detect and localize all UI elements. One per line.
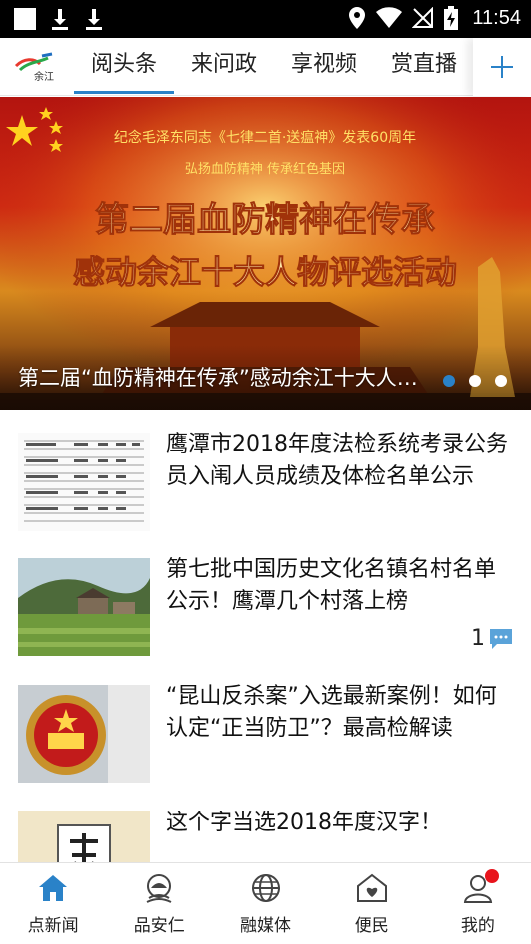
svg-text:第二届血防精神在传承: 第二届血防精神在传承 [95,200,435,240]
news-title: 第七批中国历史文化名镇名村名单公示！鹰潭几个村落上榜 [166,557,497,614]
svg-text:余江: 余江 [34,70,54,82]
app-logo[interactable]: 余江 [14,52,58,83]
news-title: 鹰潭市2018年度法检系统考录公务员入闱人员成绩及体检名单公示 [166,432,508,489]
wifi-icon [376,7,403,29]
location-icon [349,7,366,29]
globe-icon [251,874,280,902]
nav-label: 点新闻 [27,916,79,936]
notification-badge [484,869,499,883]
tab-videos[interactable]: 享视频 [274,38,374,96]
comment-count[interactable]: 1 [471,626,513,651]
plus-icon [491,56,513,78]
home-icon [39,875,68,901]
carousel-dot[interactable] [443,375,455,387]
download-icon [52,9,68,30]
comment-count-value: 1 [471,626,485,651]
carousel-indicator [443,375,507,387]
nav-media[interactable]: 融媒体 [212,863,318,944]
news-title: 这个字当选2018年度汉字！ [166,811,442,835]
nav-label: 融媒体 [240,916,291,936]
nav-anren[interactable]: 品安仁 [106,863,212,944]
svg-text:感动余江十大人物评选活动: 感动余江十大人物评选活动 [73,253,457,291]
nav-news[interactable]: 点新闻 [0,863,106,944]
landmark-icon [146,874,172,903]
comment-icon [490,628,512,649]
nav-label: 便民 [354,916,389,936]
channel-tabs: 阅头条 来问政 享视频 赏直播 [74,38,474,96]
add-channel-button[interactable] [473,38,531,96]
news-item[interactable]: 这个字当选2018年度汉字！ [0,811,531,863]
service-house-icon [356,873,387,902]
clock: 11:54 [472,6,521,29]
news-item[interactable]: 第七批中国历史文化名镇名村名单公示！鹰潭几个村落上榜 1 [0,557,531,684]
no-sim-icon [412,7,434,28]
notification-square-icon [14,8,36,30]
battery-charging-icon [444,6,459,30]
news-thumbnail [18,811,150,863]
carousel-dot[interactable] [469,375,481,387]
tab-live[interactable]: 赏直播 [374,38,474,96]
nav-services[interactable]: 便民 [319,863,425,944]
svg-text:弘扬血防精神 传承红色基因: 弘扬血防精神 传承红色基因 [185,161,345,177]
bottom-navigation: 点新闻 品安仁 融媒体 便民 我的 [0,862,531,944]
top-tab-bar: 余江 阅头条 来问政 享视频 赏直播 [0,38,531,96]
news-title: “昆山反杀案”入选最新案例！如何认定“正当防卫”？最高检解读 [166,684,497,741]
tab-political-qa[interactable]: 来问政 [174,38,274,96]
news-item[interactable]: 鹰潭市2018年度法检系统考录公务员入闱人员成绩及体检名单公示 [0,432,531,559]
carousel-dot[interactable] [495,375,507,387]
svg-text:纪念毛泽东同志《七律二首·送瘟神》发表60周年: 纪念毛泽东同志《七律二首·送瘟神》发表60周年 [114,129,416,146]
news-thumbnail [18,558,150,656]
status-bar: 11:54 [0,0,531,38]
banner-caption[interactable]: 第二届“血防精神在传承”感动余江十大人物评选活动 [18,362,428,392]
tab-headlines[interactable]: 阅头条 [74,38,174,96]
news-thumbnail [18,685,150,783]
nav-label: 我的 [460,916,495,936]
nav-label: 品安仁 [133,916,185,936]
news-thumbnail [18,433,150,531]
download-icon [86,9,102,30]
news-item[interactable]: “昆山反杀案”入选最新案例！如何认定“正当防卫”？最高检解读 [0,684,531,811]
nav-profile[interactable]: 我的 [425,863,531,944]
